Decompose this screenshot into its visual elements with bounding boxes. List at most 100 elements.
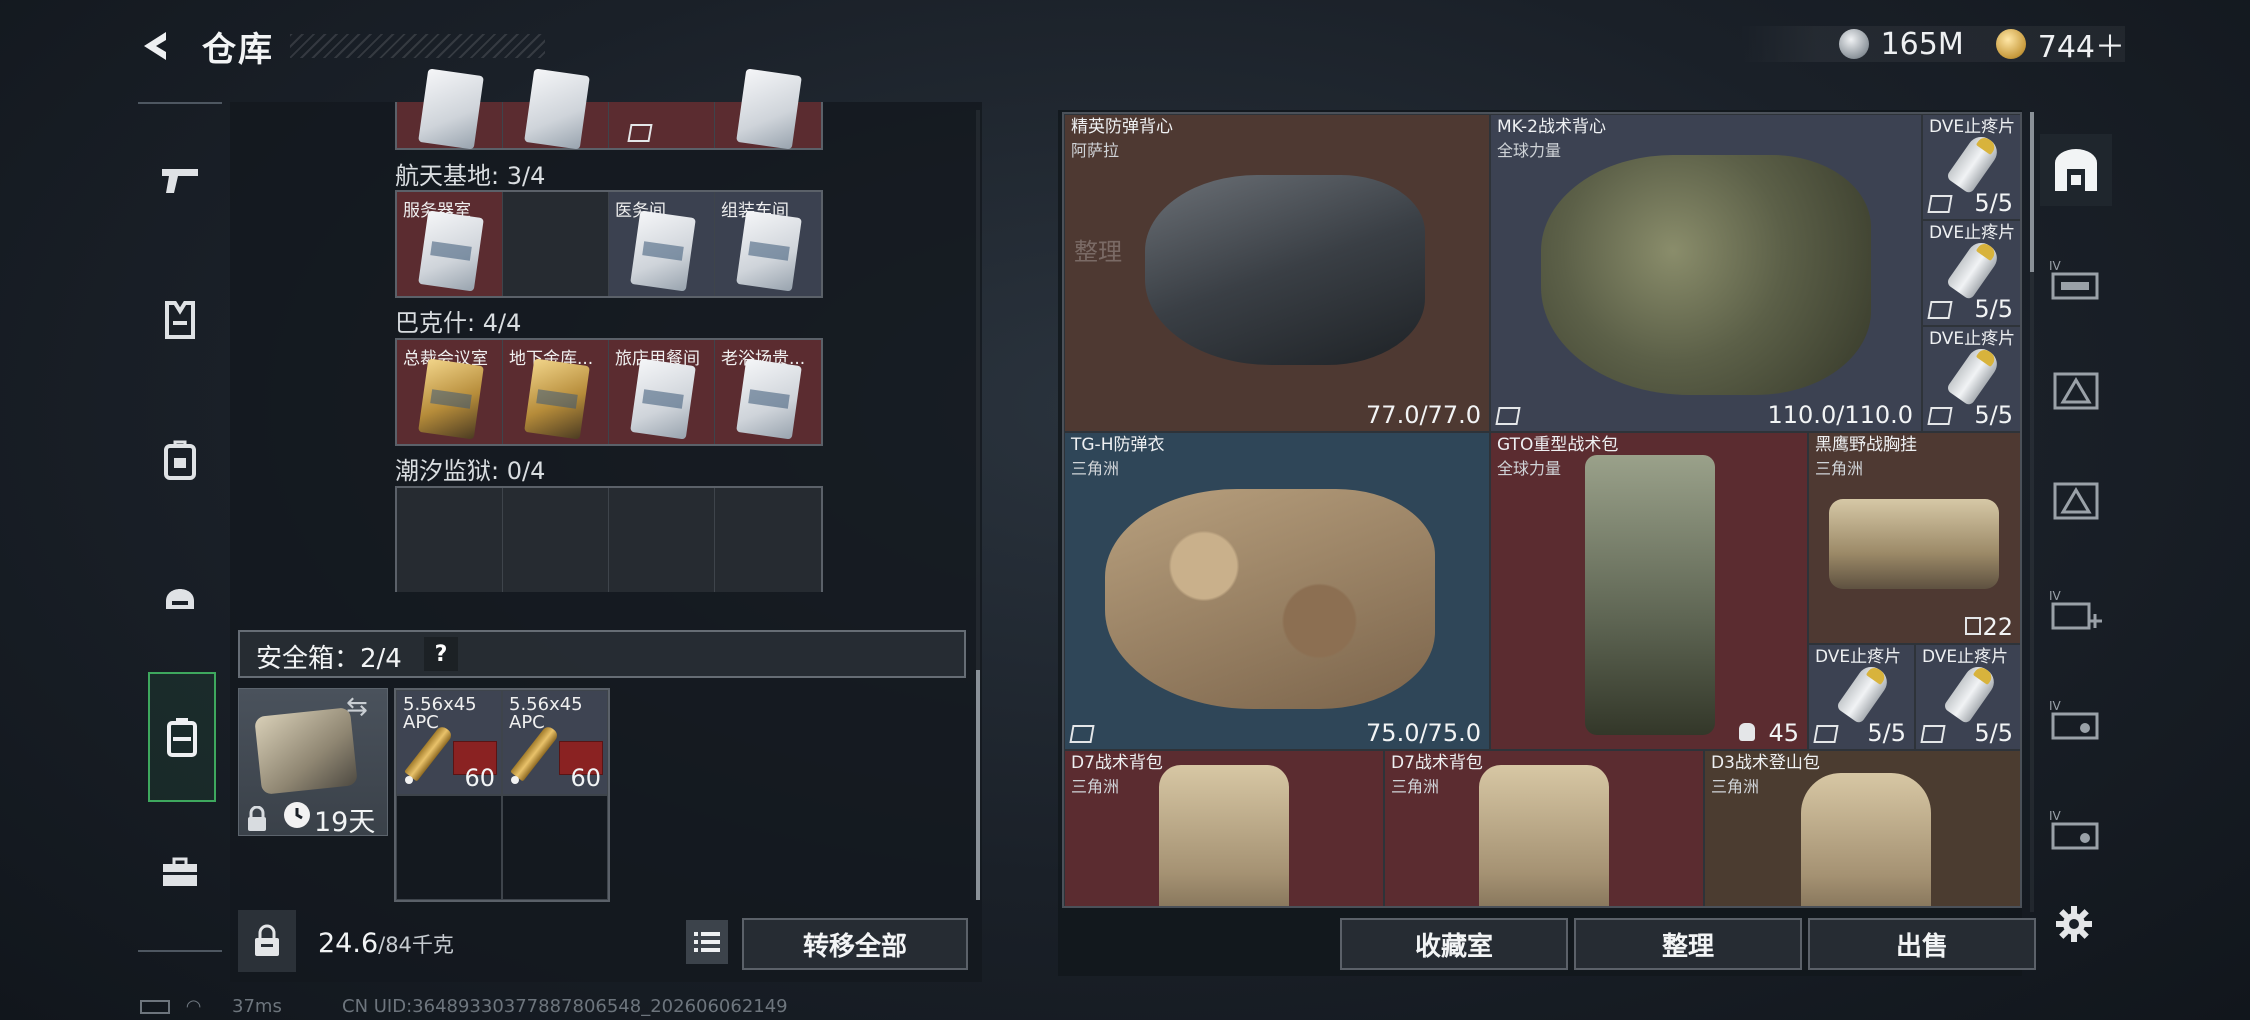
- item-mk2-vest[interactable]: MK-2战术背心 全球力量 110.0/110.0: [1490, 114, 1922, 432]
- storage-tab-iv-add[interactable]: IV: [2040, 574, 2112, 646]
- inventory-grid: 精英防弹背心 阿萨拉 77.0/77.0 MK-2战术背心 全球力量 110.0…: [1062, 112, 2022, 908]
- key-slot[interactable]: [609, 102, 715, 148]
- gold-coin-icon: [1995, 29, 2026, 59]
- item-name: GTO重型战术包: [1497, 435, 1619, 455]
- section-label: 巴克什: 4/4: [395, 309, 522, 337]
- weight-current: 24.6: [318, 928, 379, 959]
- storage-scrollbar[interactable]: [976, 110, 980, 900]
- item-d7-backpack[interactable]: D7战术背包 三角洲: [1064, 750, 1384, 906]
- key-slot[interactable]: 组装车间: [715, 192, 821, 296]
- gold-currency-value[interactable]: 744＋: [2038, 22, 2125, 66]
- keys-grid-bakhsh: 总裁会议室 地下金库... 旅店用餐间 老浴场贵...: [395, 338, 823, 446]
- key-slot-empty[interactable]: [397, 488, 503, 592]
- key-slot[interactable]: 地下金库...: [503, 340, 609, 444]
- key-slot-empty[interactable]: [503, 192, 609, 296]
- item-origin: 三角洲: [1815, 459, 1864, 478]
- item-dve-painkiller[interactable]: DVE止疼片 5/5: [1808, 644, 1915, 750]
- item-uses: 5/5: [1974, 189, 2013, 217]
- collection-room-button[interactable]: 收藏室: [1340, 918, 1568, 970]
- inventory-scrollbar[interactable]: [2030, 112, 2034, 912]
- weight-readout: 24.6/84千克: [318, 928, 454, 959]
- item-name: DVE止疼片: [1922, 647, 2009, 667]
- no-trade-icon: [1927, 301, 1953, 319]
- item-dve-painkiller[interactable]: DVE止疼片 5/5: [1922, 326, 2020, 432]
- item-dve-painkiller[interactable]: DVE止疼片 5/5: [1922, 220, 2020, 326]
- item-dve-painkiller[interactable]: DVE止疼片 5/5: [1915, 644, 2020, 750]
- transfer-all-button[interactable]: 转移全部: [742, 918, 968, 970]
- storage-tab-2[interactable]: [2040, 354, 2112, 426]
- storage-tab-3[interactable]: [2040, 464, 2112, 536]
- key-slot[interactable]: 医务间: [609, 192, 715, 296]
- back-arrow-icon: [144, 32, 166, 60]
- item-uses: 5/5: [1974, 295, 2013, 323]
- no-trade-icon: [1495, 407, 1521, 425]
- battery-icon: [140, 1000, 170, 1014]
- svg-text:IV: IV: [2049, 809, 2062, 823]
- item-dve-painkiller[interactable]: DVE止疼片 5/5: [1922, 114, 2020, 220]
- keycard-icon: [736, 210, 802, 292]
- key-slot[interactable]: [503, 68, 609, 150]
- item-name: MK-2战术背心: [1497, 117, 1606, 137]
- ammo-slot-empty[interactable]: [396, 795, 502, 900]
- category-armor[interactable]: [144, 284, 216, 356]
- key-slot-empty[interactable]: [715, 488, 821, 592]
- case-icon: [167, 718, 197, 757]
- key-slot[interactable]: [715, 68, 821, 150]
- painkiller-icon: [1945, 131, 2003, 195]
- ammo-count: 60: [464, 764, 495, 792]
- safe-box-label: 安全箱：2/4: [256, 644, 402, 674]
- storage-tab-iv-2[interactable]: IV: [2040, 684, 2112, 756]
- category-helmet[interactable]: [144, 559, 216, 631]
- ammo-slot-empty[interactable]: [502, 795, 608, 900]
- wifi-icon: ◠: [185, 996, 202, 1017]
- key-slot[interactable]: 老浴场贵...: [715, 340, 821, 444]
- ammo-slot[interactable]: 5.56x45 APC 60: [396, 690, 502, 795]
- swap-icon[interactable]: ⇆: [346, 692, 368, 722]
- item-name: D7战术背包: [1391, 753, 1483, 773]
- storage-tab-iv-3[interactable]: IV: [2040, 794, 2112, 866]
- item-d7-backpack[interactable]: D7战术背包 三角洲: [1384, 750, 1704, 906]
- help-button[interactable]: ?: [424, 637, 458, 671]
- category-toolbox[interactable]: [144, 836, 216, 908]
- ghost-sort-label: 整理: [1074, 238, 1122, 266]
- item-d3-backpack[interactable]: D3战术登山包 三角洲: [1704, 750, 2020, 906]
- item-uses: 5/5: [1867, 719, 1906, 747]
- settings-button[interactable]: [2046, 896, 2102, 952]
- item-tgh-armor[interactable]: TG-H防弹衣 三角洲 75.0/75.0: [1064, 432, 1490, 750]
- keycard-icon: [418, 210, 484, 292]
- storage-tab-main[interactable]: [2040, 134, 2112, 206]
- key-slot-empty[interactable]: [503, 488, 609, 592]
- category-backpack[interactable]: [144, 424, 216, 496]
- ammo-slot[interactable]: 5.56x45 APC 60: [502, 690, 608, 795]
- key-slot[interactable]: 旅店用餐间: [609, 340, 715, 444]
- sort-button[interactable]: 整理: [1574, 918, 1802, 970]
- list-view-button[interactable]: [686, 920, 728, 964]
- section-label: 航天基地: 3/4: [395, 162, 546, 190]
- uid-readout: CN UID:3648933037788780654​8_20260606214…: [342, 996, 788, 1017]
- vest-icon: [165, 301, 195, 339]
- key-slot[interactable]: 服务器室: [397, 192, 503, 296]
- storage-tab-iv-1[interactable]: IV: [2040, 244, 2112, 316]
- category-weapons[interactable]: [144, 144, 216, 216]
- weight-lock-button[interactable]: [238, 910, 296, 972]
- keycard-icon: [418, 358, 484, 440]
- key-slot-empty[interactable]: [609, 488, 715, 592]
- no-trade-icon: [1927, 407, 1953, 425]
- back-button[interactable]: [132, 22, 180, 70]
- vest-image: [1541, 155, 1871, 395]
- key-slot[interactable]: 总裁会议室: [397, 340, 503, 444]
- sell-button[interactable]: 出售: [1808, 918, 2036, 970]
- item-black-eagle-rig[interactable]: 黑鹰野战胸挂 三角洲 22: [1808, 432, 2020, 644]
- ammo-count: 60: [570, 764, 601, 792]
- item-name: TG-H防弹衣: [1071, 435, 1165, 455]
- storage-iv-icon: IV: [2049, 809, 2099, 850]
- item-capacity: 45: [1768, 719, 1799, 747]
- item-elite-vest[interactable]: 精英防弹背心 阿萨拉 77.0/77.0: [1064, 114, 1490, 432]
- item-name: DVE止疼片: [1815, 647, 1902, 667]
- key-slot[interactable]: [397, 68, 503, 150]
- item-name: DVE止疼片: [1929, 117, 2016, 137]
- category-safe-case[interactable]: [148, 672, 216, 802]
- backpack-image: [1159, 765, 1289, 906]
- keys-grid-aerospace: 服务器室 医务间 组装车间: [395, 190, 823, 298]
- item-gto-pack[interactable]: GTO重型战术包 全球力量 45: [1490, 432, 1808, 750]
